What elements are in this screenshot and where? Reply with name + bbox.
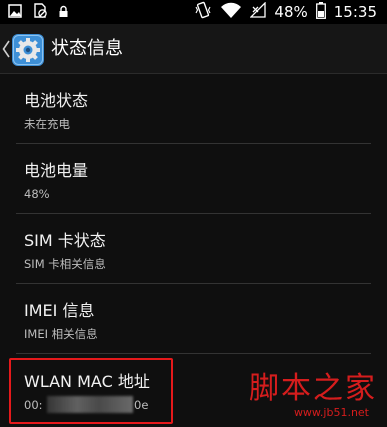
clock: 15:35 [333, 3, 377, 21]
status-right-icons: 48% 15:35 [194, 1, 377, 23]
watermark-text: 脚本之家 [249, 371, 377, 406]
divider [16, 283, 371, 284]
divider [16, 213, 371, 214]
item-subtitle: IMEI 相关信息 [24, 327, 98, 341]
battery-percent: 48% [274, 3, 308, 21]
highlight-box [9, 358, 173, 424]
no-signal-icon [249, 1, 267, 22]
item-subtitle: 未在充电 [24, 117, 70, 131]
list-item-imei[interactable]: IMEI 信息 IMEI 相关信息 [24, 286, 364, 356]
item-subtitle: SIM 卡相关信息 [24, 257, 106, 271]
list-item-sim-status[interactable]: SIM 卡状态 SIM 卡相关信息 [24, 216, 364, 286]
watermark: 脚本之家 www.jb51.net [241, 368, 381, 426]
action-bar: 状态信息 [0, 24, 387, 74]
item-title: SIM 卡状态 [24, 231, 106, 250]
status-bar: 48% 15:35 [0, 0, 387, 24]
list-item-battery-status[interactable]: 电池状态 未在充电 [24, 76, 364, 146]
no-sim-icon [32, 2, 48, 22]
divider [16, 143, 371, 144]
lock-icon [58, 3, 69, 22]
settings-gear-icon[interactable] [11, 33, 45, 67]
item-title: 电池电量 [24, 161, 89, 180]
image-icon [8, 3, 22, 22]
item-subtitle: 48% [24, 187, 50, 201]
item-title: 电池状态 [24, 91, 89, 110]
page-title: 状态信息 [51, 38, 123, 59]
wifi-icon [220, 2, 242, 22]
vibrate-icon [194, 1, 212, 23]
battery-icon [315, 1, 326, 23]
status-left-icons [8, 2, 69, 22]
divider [16, 353, 371, 354]
item-title: IMEI 信息 [24, 301, 95, 320]
watermark-url: www.jb51.net [293, 406, 369, 419]
list-item-battery-level[interactable]: 电池电量 48% [24, 146, 364, 216]
chevron-left-icon[interactable] [2, 40, 10, 58]
screen: 48% 15:35 状态信息 电池状态 未在充电 电池电量 48% SIM 卡状… [0, 0, 387, 427]
